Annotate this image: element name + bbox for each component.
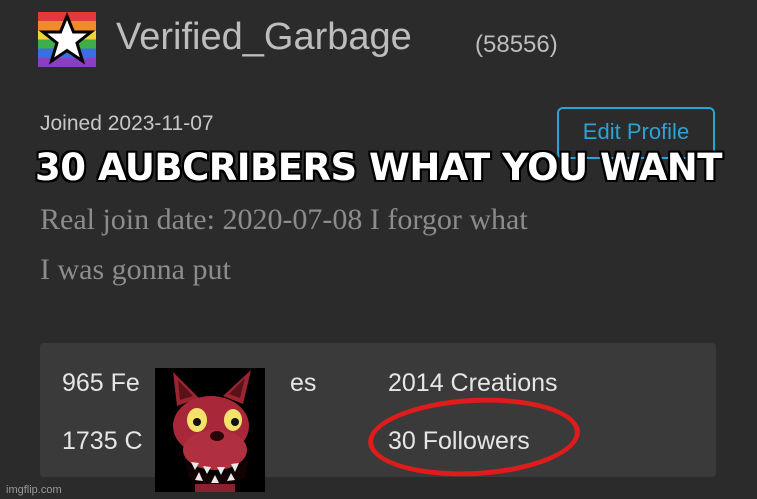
imgflip-watermark: imgflip.com <box>6 484 62 496</box>
stat-favorites[interactable]: 965 Fe <box>62 369 140 398</box>
points-count: (58556) <box>475 31 558 58</box>
bio-line: I was gonna put <box>40 253 231 286</box>
joined-date: Joined 2023-11-07 <box>40 112 214 135</box>
foxy-animatronic-sticker <box>155 368 265 492</box>
username[interactable]: Verified_Garbage <box>116 16 412 59</box>
stat-comments[interactable]: 1735 C <box>62 427 143 456</box>
bio-line: Real join date: 2020-07-08 I forgor what <box>40 203 528 236</box>
stat-likes[interactable]: es <box>290 369 316 398</box>
stat-creations[interactable]: 2014 Creations <box>388 369 558 398</box>
pride-star-icon <box>38 12 96 67</box>
profile-bio: Real join date: 2020-07-08 I forgor what… <box>40 195 730 295</box>
meme-caption: 30 AUBCRIBERS WHAT YOU WANT <box>34 146 723 189</box>
